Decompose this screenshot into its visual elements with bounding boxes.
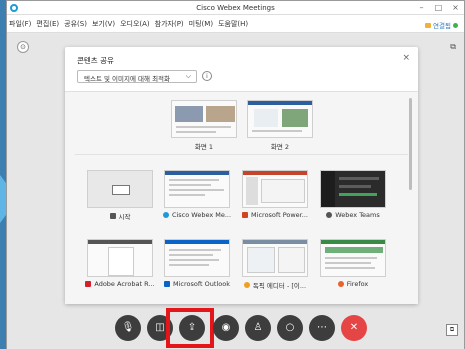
- editor-thumbnail: [242, 239, 308, 277]
- app-tile-webex-teams[interactable]: Webex Teams: [318, 170, 388, 219]
- meeting-info-icon[interactable]: ⊙: [17, 41, 29, 53]
- app-label-editor: 독픽 에디터 - [이...: [252, 282, 307, 290]
- firefox-thumbnail: [320, 239, 386, 277]
- menu-share[interactable]: 공유(S): [64, 19, 87, 29]
- screen-2-label: 화면 2: [270, 143, 290, 151]
- firefox-icon: [337, 281, 344, 287]
- app-tile-editor[interactable]: 독픽 에디터 - [이...: [240, 239, 310, 290]
- app-tile-firefox[interactable]: Firefox: [318, 239, 388, 288]
- menu-audio[interactable]: 오디오(A): [120, 19, 150, 29]
- mute-button[interactable]: 🎙: [115, 315, 141, 341]
- minimize-button[interactable]: –: [417, 3, 426, 12]
- optimize-dropdown[interactable]: 텍스트 및 이미지에 대해 최적화 ⌵: [77, 70, 197, 83]
- outlook-icon: [164, 281, 171, 287]
- record-button[interactable]: ◉: [213, 315, 239, 341]
- popout-icon[interactable]: ⧉: [450, 42, 456, 52]
- app-tile-acrobat[interactable]: Adobe Acrobat R...: [85, 239, 155, 288]
- webex-meetings-icon: [162, 212, 169, 218]
- acrobat-icon: [85, 281, 92, 287]
- maximize-button[interactable]: □: [434, 3, 443, 12]
- participants-button[interactable]: ♙: [245, 315, 271, 341]
- menu-file[interactable]: 파일(F): [9, 19, 31, 29]
- start-icon: [109, 213, 116, 219]
- end-meeting-button[interactable]: ✕: [341, 315, 367, 341]
- app-label-acrobat: Adobe Acrobat R...: [94, 280, 155, 288]
- menu-help[interactable]: 도움말(H): [218, 19, 248, 29]
- app-label-webex-meetings: Cisco Webex Me...: [171, 211, 232, 219]
- editor-icon: [243, 282, 250, 288]
- app-label-start: 시작: [118, 213, 131, 221]
- connected-dot-icon: [453, 22, 458, 28]
- app-tile-powerpoint[interactable]: Microsoft Power...: [240, 170, 310, 219]
- more-options-button[interactable]: ⋯: [309, 315, 335, 341]
- screen-2-thumbnail: [247, 100, 313, 138]
- layout-icon[interactable]: ⧉: [446, 324, 458, 336]
- screen-1-label: 화면 1: [194, 143, 214, 151]
- close-window-button[interactable]: ×: [451, 3, 460, 12]
- share-options-area: 화면 1 화면 2 시작 Cisco Webex Me... Microsoft…: [65, 91, 418, 304]
- webex-teams-thumbnail: [320, 170, 386, 208]
- outlook-thumbnail: [164, 239, 230, 277]
- title-bar: Cisco Webex Meetings – □ ×: [7, 1, 464, 15]
- app-tile-start[interactable]: 시작: [85, 170, 155, 221]
- window-controls: – □ ×: [417, 3, 460, 12]
- acrobat-thumbnail: [87, 239, 153, 277]
- powerpoint-icon: [242, 212, 249, 218]
- chat-button[interactable]: ○: [277, 315, 303, 341]
- app-label-webex-teams: Webex Teams: [335, 211, 380, 219]
- webex-window: Cisco Webex Meetings – □ × 파일(F) 편집(E) 공…: [6, 0, 465, 349]
- close-panel-button[interactable]: ×: [402, 53, 410, 63]
- menu-view[interactable]: 보기(V): [92, 19, 115, 29]
- share-highlight-box: [166, 308, 214, 348]
- share-content-panel: 콘텐츠 공유 × 텍스트 및 이미지에 대해 최적화 ⌵ i 화면 1 화면 2…: [65, 47, 418, 304]
- meeting-toolbar: 🎙 ◫ ⇪ ◉ ♙ ○ ⋯ ✕ ⧉: [7, 308, 464, 348]
- app-label-powerpoint: Microsoft Power...: [251, 211, 308, 219]
- screen-tile-1[interactable]: 화면 1: [169, 100, 239, 151]
- app-tile-outlook[interactable]: Microsoft Outlook: [162, 239, 232, 288]
- panel-title: 콘텐츠 공유: [77, 56, 114, 65]
- menu-edit[interactable]: 편집(E): [36, 19, 59, 29]
- start-thumbnail: [87, 170, 153, 208]
- info-icon[interactable]: i: [202, 71, 212, 81]
- chevron-down-icon: ⌵: [185, 72, 191, 80]
- app-label-firefox: Firefox: [346, 280, 369, 288]
- powerpoint-thumbnail: [242, 170, 308, 208]
- webex-teams-icon: [326, 212, 333, 218]
- webex-meetings-thumbnail: [164, 170, 230, 208]
- connection-status[interactable]: 연결됨: [425, 20, 458, 30]
- connection-icon: [425, 22, 432, 28]
- app-label-outlook: Microsoft Outlook: [173, 280, 230, 288]
- screen-tile-2[interactable]: 화면 2: [245, 100, 315, 151]
- window-title: Cisco Webex Meetings: [196, 4, 275, 12]
- meeting-area: ⊙ ⧉ 콘텐츠 공유 × 텍스트 및 이미지에 대해 최적화 ⌵ i 화면 1 …: [7, 34, 464, 349]
- app-tile-webex-meetings[interactable]: Cisco Webex Me...: [162, 170, 232, 219]
- screen-1-thumbnail: [171, 100, 237, 138]
- connection-label: 연결됨: [433, 22, 451, 30]
- menu-bar: 파일(F) 편집(E) 공유(S) 보기(V) 오디오(A) 참가자(P) 미팅…: [7, 15, 464, 33]
- optimize-label: 텍스트 및 이미지에 대해 최적화: [84, 75, 171, 83]
- menu-meeting[interactable]: 미팅(M): [189, 19, 213, 29]
- section-divider: [75, 154, 408, 155]
- menu-participants[interactable]: 참가자(P): [155, 19, 184, 29]
